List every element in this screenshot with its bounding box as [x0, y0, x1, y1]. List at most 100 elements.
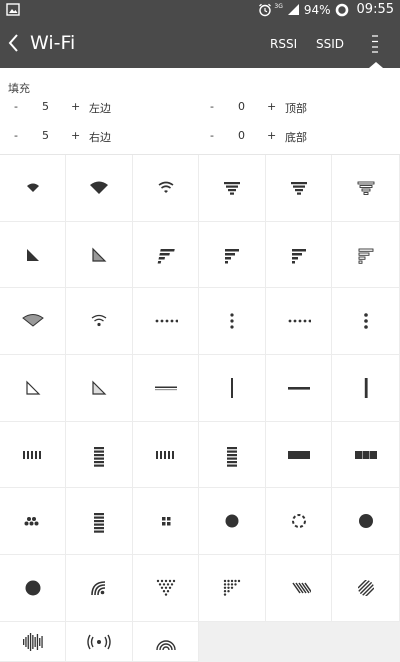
indicator-style-option[interactable] [266, 288, 332, 355]
back-arrow-icon[interactable] [6, 31, 22, 55]
network-type-label: 3G [274, 3, 283, 10]
indicator-style-option[interactable] [0, 288, 66, 355]
indicator-style-option[interactable] [0, 488, 66, 555]
indicator-style-option[interactable] [133, 155, 199, 222]
indicator-style-option[interactable] [266, 222, 332, 288]
page-title: Wi-Fi [30, 32, 76, 54]
indicator-style-option[interactable] [66, 622, 133, 662]
signal-triangle-outline-icon [25, 380, 40, 395]
padding-top-stepper: - 0 + 顶部 [210, 100, 330, 120]
indicator-style-option[interactable] [199, 355, 266, 422]
indicator-style-option[interactable] [266, 488, 332, 555]
dots-horizontal-dark-icon [288, 319, 311, 323]
alarm-icon [259, 3, 272, 16]
indicator-style-option[interactable] [133, 488, 199, 555]
indicator-style-option[interactable] [133, 288, 199, 355]
indicator-style-option[interactable] [0, 355, 66, 422]
padding-left-decrease[interactable]: - [14, 100, 18, 113]
signal-bars-left-bold-icon [291, 248, 306, 263]
circle-large-icon [25, 580, 40, 596]
padding-top-increase[interactable]: + [267, 100, 276, 113]
padding-right-decrease[interactable]: - [14, 129, 18, 142]
indicator-style-option[interactable] [199, 222, 266, 288]
indicator-style-option[interactable] [0, 555, 66, 622]
indicator-style-option[interactable] [199, 422, 266, 488]
indicator-style-option[interactable] [66, 422, 133, 488]
indicator-style-option[interactable] [332, 488, 400, 555]
indicator-style-option[interactable] [66, 155, 133, 222]
rssi-button[interactable]: RSSI [270, 37, 297, 51]
indicator-style-option[interactable] [266, 155, 332, 222]
indicator-style-option[interactable] [332, 555, 400, 622]
wifi-arcs-icon [158, 181, 173, 193]
indicator-style-option[interactable] [266, 355, 332, 422]
wifi-corner-arcs-icon [91, 581, 106, 596]
indicator-style-option[interactable] [199, 288, 266, 355]
padding-bottom-decrease[interactable]: - [210, 129, 214, 142]
wifi-fan-small-icon [26, 183, 39, 192]
ssid-button[interactable]: SSID [316, 37, 344, 51]
padding-bottom-increase[interactable]: + [267, 129, 276, 142]
padding-top-label: 顶部 [285, 102, 307, 115]
cell-signal-icon [287, 4, 299, 15]
indicator-style-option[interactable] [199, 488, 266, 555]
indicator-style-option[interactable] [332, 355, 400, 422]
indicator-style-option[interactable] [0, 622, 66, 662]
wifi-rings-icon [155, 639, 176, 650]
indicator-style-grid [0, 154, 400, 662]
block-segments-icon [354, 450, 377, 459]
signal-triangle-outline-partial-icon [92, 380, 107, 395]
wifi-fan-outline-icon [21, 314, 44, 327]
indicator-style-option[interactable] [133, 622, 199, 662]
indicator-style-option[interactable] [133, 355, 199, 422]
signal-bars-left-icon [225, 248, 239, 263]
indicator-style-option[interactable] [199, 155, 266, 222]
padding-left-stepper: - 5 + 左边 [14, 100, 134, 120]
padding-bottom-stepper: - 0 + 底部 [210, 129, 330, 149]
indicator-style-option[interactable] [133, 555, 199, 622]
padding-left-label: 左边 [89, 102, 111, 115]
wifi-bars-funnel-outline-icon [357, 181, 374, 195]
indicator-style-option[interactable] [332, 288, 400, 355]
menu-lines-icon[interactable] [366, 34, 384, 54]
wifi-bars-funnel-icon [224, 182, 240, 195]
indicator-style-option[interactable] [332, 155, 400, 222]
status-bar: 3G 94% 09:55 [0, 0, 400, 20]
indicator-style-option[interactable] [66, 288, 133, 355]
wifi-bars-funnel-bold-icon [290, 182, 307, 195]
circle-filled-dark-icon [358, 514, 373, 528]
padding-left-value: 5 [42, 100, 49, 113]
bars-stacked-icon [94, 446, 104, 467]
line-vertical-icon [231, 378, 233, 398]
indicator-style-option[interactable] [66, 222, 133, 288]
battery-ring-icon [335, 3, 348, 16]
padding-left-increase[interactable]: + [71, 100, 80, 113]
indicator-style-option[interactable] [66, 555, 133, 622]
line-horizontal-thin-icon [154, 386, 177, 391]
indicator-style-option[interactable] [332, 222, 400, 288]
padding-settings: 填充 - 5 + 左边 - 0 + 顶部 - 5 + 右边 - 0 + 底部 [0, 68, 400, 156]
indicator-style-option[interactable] [332, 422, 400, 488]
padding-right-increase[interactable]: + [71, 129, 80, 142]
indicator-style-option[interactable] [66, 355, 133, 422]
dots-vertical-icon [230, 313, 234, 329]
line-vertical-bold-icon [364, 378, 368, 398]
padding-right-value: 5 [42, 129, 49, 142]
padding-top-value: 0 [238, 100, 245, 113]
stripes-circle-icon [357, 580, 374, 596]
line-horizontal-bold-icon [287, 387, 310, 390]
indicator-style-option[interactable] [0, 222, 66, 288]
indicator-style-option[interactable] [266, 422, 332, 488]
clock-time: 09:55 [356, 2, 394, 17]
indicator-style-option[interactable] [0, 155, 66, 222]
audio-wave-icon [22, 632, 43, 651]
indicator-style-option[interactable] [133, 222, 199, 288]
stripes-diagonal-icon [291, 582, 311, 594]
indicator-style-option[interactable] [0, 422, 66, 488]
indicator-style-option[interactable] [266, 555, 332, 622]
indicator-style-option[interactable] [199, 555, 266, 622]
dots-vertical-dark-icon [363, 313, 368, 329]
indicator-style-option[interactable] [66, 488, 133, 555]
padding-top-decrease[interactable]: - [210, 100, 214, 113]
indicator-style-option[interactable] [133, 422, 199, 488]
